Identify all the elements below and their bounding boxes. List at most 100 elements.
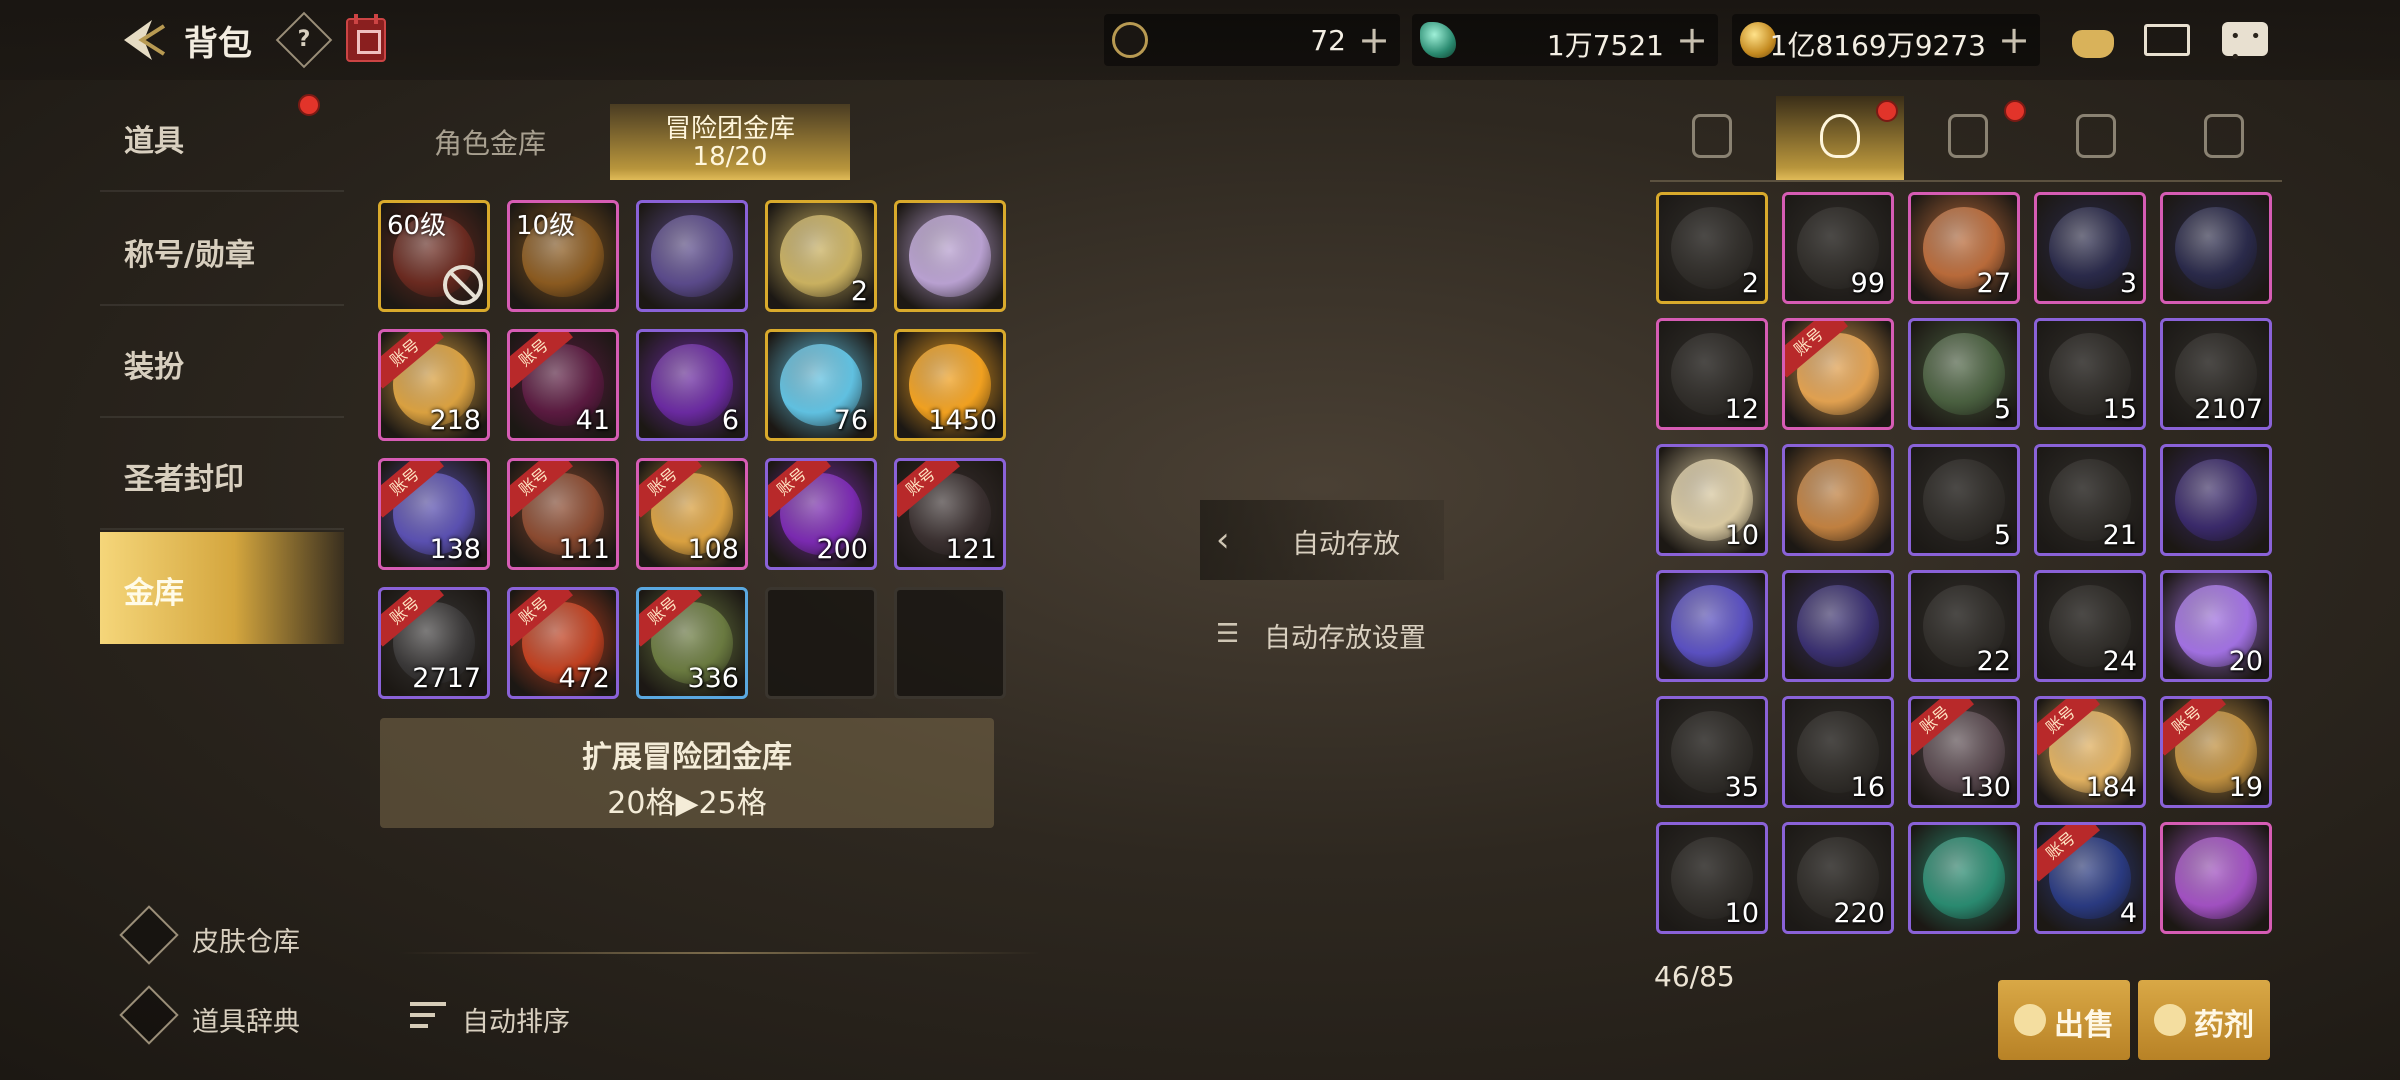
auto-store-settings-label: 自动存放设置 bbox=[1264, 623, 1426, 654]
item-slot[interactable]: 账号 4 bbox=[2034, 822, 2146, 934]
item-slot[interactable] bbox=[1782, 444, 1894, 556]
item-slot[interactable]: 2 bbox=[1656, 192, 1768, 304]
item-dictionary-link[interactable]: 道具辞典 bbox=[119, 985, 364, 1045]
item-slot[interactable]: 3 bbox=[2034, 192, 2146, 304]
item-quantity: 4 bbox=[2119, 898, 2137, 929]
item-quantity: 10 bbox=[1724, 898, 1759, 929]
page-title: 背包 bbox=[184, 24, 252, 64]
auto-store-button[interactable]: ‹ 自动存放 bbox=[1200, 500, 1444, 580]
auto-store-settings-button[interactable]: ☰ 自动存放设置 bbox=[1200, 594, 1444, 674]
item-slot[interactable] bbox=[636, 200, 748, 312]
skin-storage-link[interactable]: 皮肤仓库 bbox=[119, 905, 364, 965]
item-slot[interactable]: 20 bbox=[2160, 570, 2272, 682]
item-slot[interactable]: 5 bbox=[1908, 318, 2020, 430]
notification-dot bbox=[2004, 100, 2026, 122]
nav-label: 圣者封印 bbox=[124, 462, 244, 497]
nav-item-costume[interactable]: 装扮 bbox=[100, 306, 344, 418]
nav-item-seal[interactable]: 圣者封印 bbox=[100, 418, 344, 530]
inventory-tab[interactable] bbox=[2160, 96, 2288, 180]
item-slot[interactable]: 10 bbox=[1656, 822, 1768, 934]
calendar-icon[interactable] bbox=[346, 14, 386, 62]
empty-slot[interactable] bbox=[765, 587, 877, 699]
item-slot[interactable]: 账号 200 bbox=[765, 458, 877, 570]
item-slot[interactable] bbox=[2160, 444, 2272, 556]
item-slot[interactable]: 22 bbox=[1908, 570, 2020, 682]
pouch-icon[interactable] bbox=[2068, 16, 2118, 64]
item-slot[interactable]: 账号 19 bbox=[2160, 696, 2272, 808]
level-label: 10级 bbox=[516, 211, 576, 241]
tab-character-vault[interactable]: 角色金库 bbox=[400, 104, 580, 180]
mail-icon[interactable] bbox=[2142, 16, 2192, 64]
item-slot[interactable]: 账号 472 bbox=[507, 587, 619, 699]
item-slot[interactable]: 账号 108 bbox=[636, 458, 748, 570]
item-icon bbox=[651, 344, 733, 426]
item-slot[interactable]: 账号 336 bbox=[636, 587, 748, 699]
item-quantity: 220 bbox=[1833, 898, 1885, 929]
item-slot[interactable]: 76 bbox=[765, 329, 877, 441]
item-slot[interactable]: 2107 bbox=[2160, 318, 2272, 430]
nav-label: 道具 bbox=[124, 124, 184, 159]
item-slot[interactable]: 账号 bbox=[1782, 318, 1894, 430]
help-button[interactable]: ? bbox=[275, 11, 333, 69]
item-slot[interactable]: 220 bbox=[1782, 822, 1894, 934]
item-slot[interactable]: 10 bbox=[1656, 444, 1768, 556]
item-slot[interactable]: 账号 111 bbox=[507, 458, 619, 570]
item-slot[interactable]: 账号 41 bbox=[507, 329, 619, 441]
item-quantity: 138 bbox=[429, 534, 481, 565]
inventory-count: 46/85 bbox=[1654, 960, 1735, 993]
item-slot[interactable] bbox=[1782, 570, 1894, 682]
item-slot[interactable]: 账号 184 bbox=[2034, 696, 2146, 808]
item-slot[interactable]: 99 bbox=[1782, 192, 1894, 304]
add-currency-button[interactable]: + bbox=[1676, 18, 1708, 62]
item-slot[interactable]: 60级 bbox=[378, 200, 490, 312]
item-slot[interactable]: 27 bbox=[1908, 192, 2020, 304]
item-slot[interactable] bbox=[894, 200, 1006, 312]
add-currency-button[interactable]: + bbox=[1358, 18, 1390, 62]
item-slot[interactable] bbox=[2160, 822, 2272, 934]
back-arrow-icon[interactable] bbox=[112, 12, 168, 68]
item-slot[interactable]: 账号 121 bbox=[894, 458, 1006, 570]
item-slot[interactable]: 账号 218 bbox=[378, 329, 490, 441]
item-slot[interactable]: 10级 bbox=[507, 200, 619, 312]
expand-vault-button[interactable]: 扩展冒险团金库 20格▶25格 bbox=[380, 718, 994, 828]
inventory-tab[interactable] bbox=[2032, 96, 2160, 180]
item-icon bbox=[2049, 207, 2131, 289]
item-icon bbox=[1923, 837, 2005, 919]
tab-team-vault[interactable]: 冒险团金库 18/20 bbox=[610, 104, 850, 180]
item-slot[interactable]: 账号 130 bbox=[1908, 696, 2020, 808]
item-quantity: 35 bbox=[1724, 772, 1759, 803]
item-slot[interactable]: 24 bbox=[2034, 570, 2146, 682]
auto-store-label: 自动存放 bbox=[1292, 529, 1400, 560]
auto-sort-button[interactable]: 自动排序 bbox=[406, 994, 606, 1042]
add-currency-button[interactable]: + bbox=[1998, 18, 2030, 62]
item-slot[interactable]: 35 bbox=[1656, 696, 1768, 808]
sort-label: 自动排序 bbox=[462, 1007, 570, 1038]
item-slot[interactable]: 6 bbox=[636, 329, 748, 441]
item-slot[interactable]: 账号 138 bbox=[378, 458, 490, 570]
sell-button[interactable]: 出售 bbox=[1998, 980, 2130, 1060]
item-slot[interactable] bbox=[1908, 822, 2020, 934]
item-slot[interactable]: 15 bbox=[2034, 318, 2146, 430]
item-slot[interactable]: 21 bbox=[2034, 444, 2146, 556]
item-slot[interactable]: 5 bbox=[1908, 444, 2020, 556]
empty-slot[interactable] bbox=[894, 587, 1006, 699]
item-slot[interactable]: 2 bbox=[765, 200, 877, 312]
item-slot[interactable]: 1450 bbox=[894, 329, 1006, 441]
item-slot[interactable] bbox=[1656, 570, 1768, 682]
item-icon bbox=[1923, 333, 2005, 415]
item-slot[interactable]: 12 bbox=[1656, 318, 1768, 430]
item-icon bbox=[1797, 459, 1879, 541]
inventory-tab[interactable] bbox=[1648, 96, 1776, 180]
item-slot[interactable]: 16 bbox=[1782, 696, 1894, 808]
nav-item-vault[interactable]: 金库 bbox=[100, 532, 344, 644]
item-quantity: 2717 bbox=[412, 663, 481, 694]
item-slot[interactable] bbox=[2160, 192, 2272, 304]
item-quantity: 41 bbox=[575, 405, 610, 436]
item-quantity: 24 bbox=[2102, 646, 2137, 677]
item-slot[interactable]: 账号 2717 bbox=[378, 587, 490, 699]
currency-value: 1万7521 bbox=[1546, 29, 1664, 62]
nav-item-titles[interactable]: 称号/勋章 bbox=[100, 194, 344, 306]
potion-button[interactable]: 药剂 bbox=[2138, 980, 2270, 1060]
item-quantity: 27 bbox=[1976, 268, 2011, 299]
chat-icon[interactable] bbox=[2220, 16, 2270, 68]
